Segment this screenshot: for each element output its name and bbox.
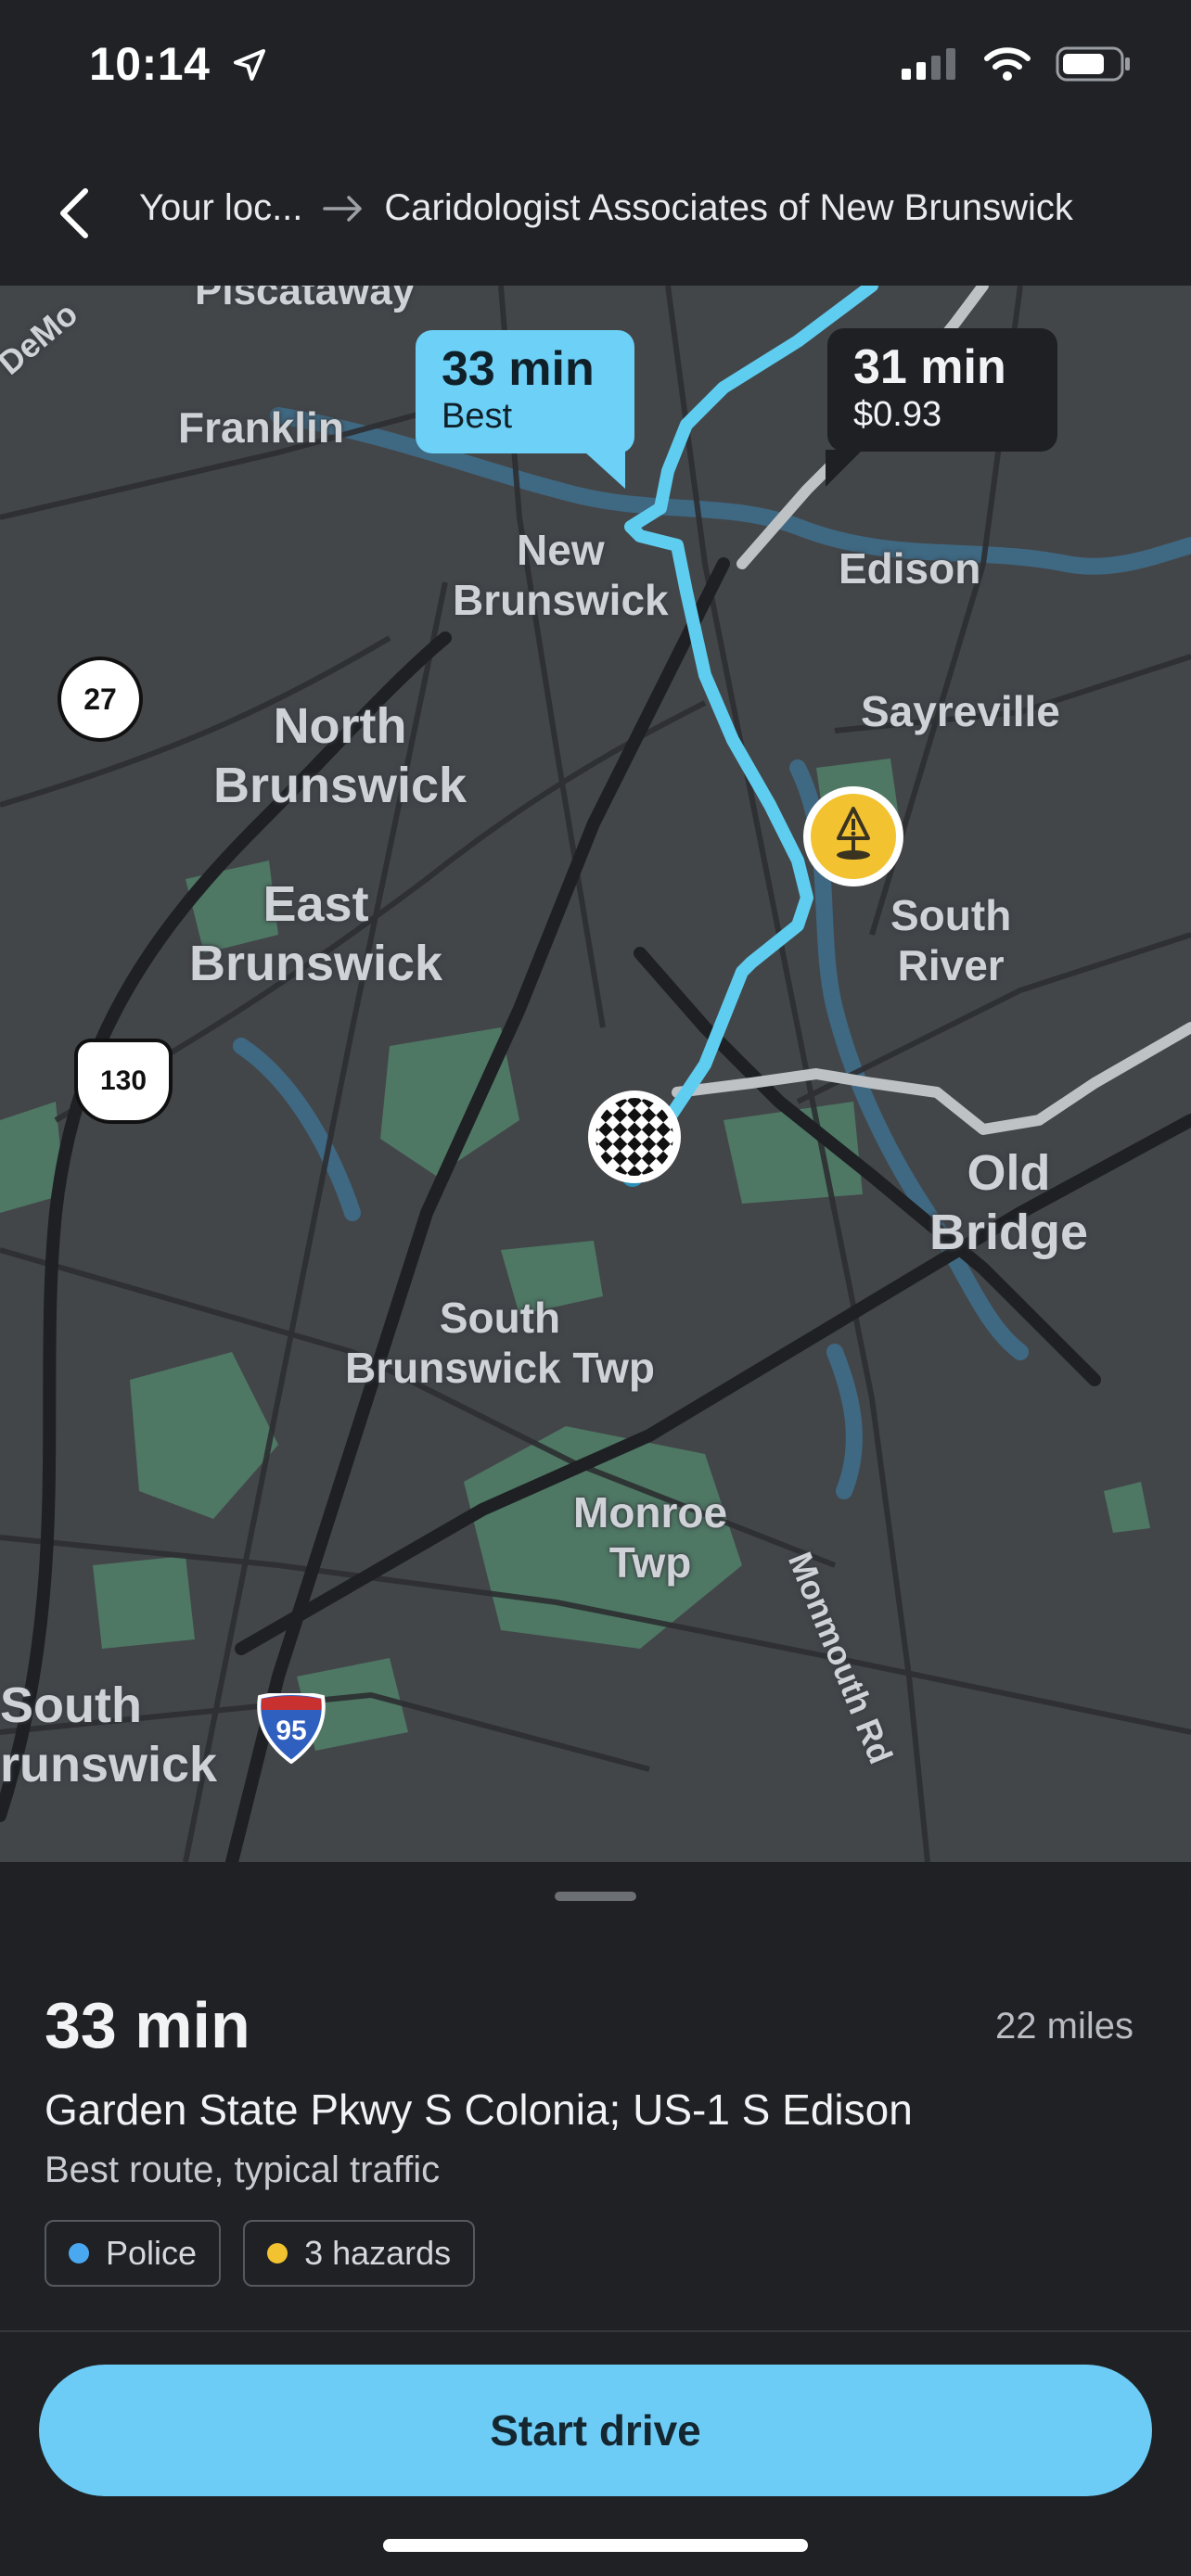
sheet-grabber[interactable] [555, 1892, 636, 1901]
us-130-shield: 130 [74, 1039, 173, 1124]
chevron-left-icon [60, 188, 88, 238]
alert-chips: Police 3 hazards [45, 2220, 476, 2287]
best-route-label: Best [442, 397, 513, 437]
wifi-icon [984, 47, 1031, 81]
police-chip[interactable]: Police [45, 2220, 222, 2287]
police-chip-label: Police [106, 2234, 198, 2272]
i95-number: 95 [275, 1715, 307, 1746]
start-drive-button[interactable]: Start drive [39, 2365, 1152, 2496]
police-dot-icon [69, 2243, 89, 2264]
route-27-shield: 27 [58, 657, 143, 742]
map-label-south-brunswick-twp: South Brunswick Twp [345, 1294, 655, 1393]
map-label-north-brunswick: North Brunswick [213, 698, 467, 813]
destination-marker[interactable] [588, 1090, 681, 1183]
route-header: Your loc... Caridologist Associates of N… [0, 139, 1191, 286]
hazards-chip[interactable]: 3 hazards [243, 2220, 476, 2287]
map-canvas [0, 286, 1191, 1862]
i95-shield: 95 [254, 1693, 328, 1764]
route-description: Best route, typical traffic [45, 2149, 441, 2190]
hazard-marker[interactable] [803, 786, 903, 886]
status-icons [902, 46, 1132, 82]
map-label-franklin: Franklin [178, 403, 344, 452]
eta-time: 33 min [45, 1989, 250, 2061]
best-route-callout[interactable]: 33 min Best [416, 330, 634, 489]
map-label-new-brunswick: New Brunswick [453, 526, 669, 625]
location-arrow-icon [233, 49, 265, 81]
hazard-warning-icon [811, 794, 896, 879]
alt-route-time: 31 min [853, 340, 1006, 394]
route-name: Garden State Pkwy S Colonia; US-1 S Edis… [45, 2085, 913, 2134]
map-label-east-brunswick: East Brunswick [189, 876, 443, 991]
route-summary[interactable]: Your loc... Caridologist Associates of N… [139, 187, 1073, 229]
status-time: 10:14 [89, 37, 268, 91]
map-label-edison: Edison [839, 544, 981, 593]
map-label-monroe-twp: Monroe Twp [573, 1488, 728, 1588]
back-button[interactable] [37, 176, 111, 250]
map-label-piscataway: Piscataway [195, 286, 416, 313]
cellular-signal-icon [902, 48, 955, 80]
status-bar: 10:14 [0, 0, 1191, 139]
sheet-divider [0, 2330, 1191, 2332]
origin-label: Your loc... [139, 187, 303, 228]
alt-route-callout[interactable]: 31 min $0.93 [826, 328, 1057, 487]
alt-route-cost: $0.93 [853, 395, 942, 435]
route-details-sheet: 33 min 22 miles Garden State Pkwy S Colo… [0, 1862, 1191, 2576]
map-label-south-brunswick: South runswick [0, 1677, 218, 1792]
home-indicator [383, 2539, 808, 2552]
checkered-flag-icon [596, 1098, 673, 1176]
destination-label: Caridologist Associates of New Brunswick [384, 187, 1073, 228]
route-distance: 22 miles [995, 2006, 1133, 2047]
map-label-sayreville: Sayreville [861, 687, 1060, 735]
map-view[interactable]: DeMo Piscataway Franklin New Brunswick E… [0, 286, 1191, 1862]
hazards-chip-label: 3 hazards [304, 2234, 452, 2272]
arrow-right-icon [323, 195, 363, 222]
hazard-dot-icon [267, 2243, 288, 2264]
map-label-old-bridge: Old Bridge [929, 1145, 1089, 1260]
map-label-south-river: South River [890, 891, 1012, 990]
battery-icon [1056, 46, 1130, 82]
best-route-time: 33 min [442, 342, 595, 396]
